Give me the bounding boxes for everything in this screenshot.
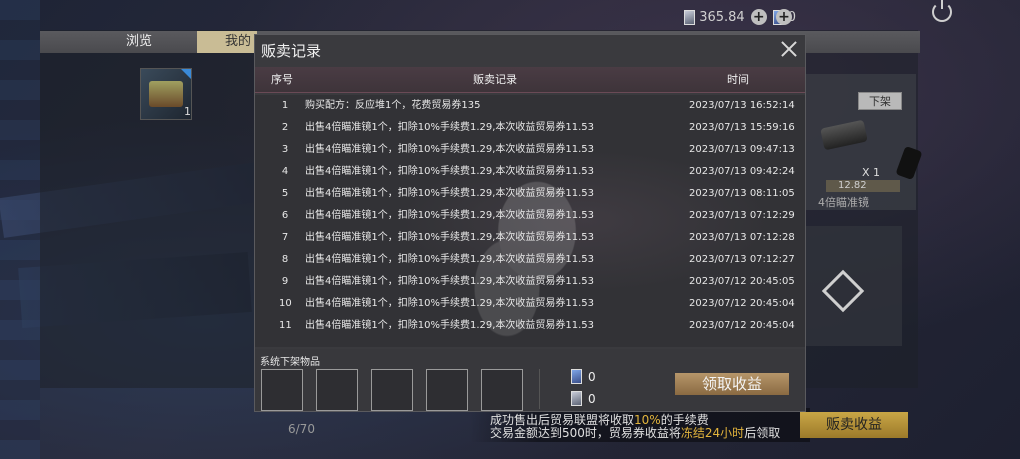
- table-row: 5 出售4倍瞄准镜1个，扣除10%手续费1.29,本次收益贸易券11.53 2023…: [255, 183, 805, 205]
- header-record: 贩卖记录: [473, 73, 517, 86]
- system-unlisted-label: 系统下架物品: [260, 357, 320, 368]
- table-row: 8 出售4倍瞄准镜1个，扣除10%手续费1.29,本次收益贸易券11.53 2023…: [255, 249, 805, 271]
- reward-silver-value: 0: [588, 391, 596, 406]
- divider: [539, 369, 540, 409]
- row-time: 2023/07/12 20:45:05: [689, 276, 795, 287]
- row-index: 1: [281, 100, 289, 111]
- tab-browse[interactable]: 浏览: [126, 31, 152, 53]
- fee-note: 成功售出后贸易联盟将收取10%的手续费 交易金额达到500时，贸易券收益将冻结2…: [490, 414, 780, 440]
- row-record: 出售4倍瞄准镜1个，扣除10%手续费1.29,本次收益贸易券11.53: [305, 188, 595, 199]
- table-row: 6 出售4倍瞄准镜1个，扣除10%手续费1.29,本次收益贸易券11.53 2023…: [255, 205, 805, 227]
- sales-record-dialog: 贩卖记录 序号 贩卖记录 时间 1 购买配方：反应堆1个，花费贸易券135 2023…: [254, 34, 806, 412]
- row-time: 2023/07/13 09:47:13: [689, 144, 795, 155]
- table-row: 4 出售4倍瞄准镜1个，扣除10%手续费1.29,本次收益贸易券11.53 2023…: [255, 161, 805, 183]
- reward-silver-coupon: 0: [571, 391, 596, 406]
- add-silver-coupon-button[interactable]: +: [750, 9, 767, 25]
- silver-coupon-icon: [571, 391, 582, 406]
- item-quantity: X 1: [862, 166, 881, 179]
- item-price: 12.82: [826, 180, 900, 192]
- row-time: 2023/07/13 16:52:14: [689, 100, 795, 111]
- row-time: 2023/07/13 07:12:29: [689, 210, 795, 221]
- row-index: 2: [281, 122, 289, 133]
- table-row: 2 出售4倍瞄准镜1个，扣除10%手续费1.29,本次收益贸易券11.53 2023…: [255, 117, 805, 139]
- unlisted-item-slot[interactable]: [261, 369, 303, 411]
- row-index: 11: [279, 320, 292, 331]
- row-index: 3: [281, 144, 289, 155]
- header-time: 时间: [727, 73, 749, 86]
- table-row: 11 出售4倍瞄准镜1个，扣除10%手续费1.29,本次收益贸易券11.53 202…: [255, 315, 805, 337]
- tab-mine[interactable]: 我的: [197, 31, 257, 53]
- table-row: 1 购买配方：反应堆1个，花费贸易券135 2023/07/13 16:52:14: [255, 95, 805, 117]
- unlisted-item-slot[interactable]: [426, 369, 468, 411]
- row-record: 出售4倍瞄准镜1个，扣除10%手续费1.29,本次收益贸易券11.53: [305, 144, 595, 155]
- record-list[interactable]: 1 购买配方：反应堆1个，花费贸易券135 2023/07/13 16:52:14 2…: [255, 95, 805, 347]
- reward-blue-coupon: 0: [571, 369, 596, 384]
- row-time: 2023/07/12 20:45:04: [689, 298, 795, 309]
- row-index: 6: [281, 210, 289, 221]
- row-time: 2023/07/13 15:59:16: [689, 122, 795, 133]
- table-row: 9 出售4倍瞄准镜1个，扣除10%手续费1.29,本次收益贸易券11.53 2023…: [255, 271, 805, 293]
- item-name: 4倍瞄准镜: [818, 196, 869, 209]
- row-record: 出售4倍瞄准镜1个，扣除10%手续费1.29,本次收益贸易券11.53: [305, 298, 595, 309]
- silver-coupon-value: 365.84: [699, 9, 745, 25]
- reactor-item-icon: [149, 81, 183, 107]
- row-index: 9: [281, 276, 289, 287]
- unlisted-item-slot[interactable]: [316, 369, 358, 411]
- row-index: 5: [281, 188, 289, 199]
- row-record: 出售4倍瞄准镜1个，扣除10%手续费1.29,本次收益贸易券11.53: [305, 210, 595, 221]
- row-record: 出售4倍瞄准镜1个，扣除10%手续费1.29,本次收益贸易券11.53: [305, 320, 595, 331]
- silver-coupon-icon: [684, 9, 696, 25]
- sell-income-button[interactable]: 贩卖收益: [800, 412, 908, 438]
- row-index: 7: [281, 232, 289, 243]
- row-time: 2023/07/13 07:12:27: [689, 254, 795, 265]
- row-index: 10: [279, 298, 292, 309]
- row-record: 出售4倍瞄准镜1个，扣除10%手续费1.29,本次收益贸易券11.53: [305, 122, 595, 133]
- row-time: 2023/07/13 07:12:28: [689, 232, 795, 243]
- rarity-corner: [181, 69, 191, 79]
- blue-coupon-icon: [571, 369, 582, 384]
- power-icon[interactable]: [932, 0, 952, 22]
- add-blue-coupon-button[interactable]: +: [776, 9, 792, 25]
- row-record: 出售4倍瞄准镜1个，扣除10%手续费1.29,本次收益贸易券11.53: [305, 232, 595, 243]
- item-count: 1: [184, 105, 191, 118]
- row-time: 2023/07/13 08:11:05: [689, 188, 795, 199]
- reward-blue-value: 0: [588, 369, 596, 384]
- table-row: 7 出售4倍瞄准镜1个，扣除10%手续费1.29,本次收益贸易券11.53 2023…: [255, 227, 805, 249]
- header-index: 序号: [271, 73, 293, 86]
- row-time: 2023/07/13 09:42:24: [689, 166, 795, 177]
- row-record: 购买配方：反应堆1个，花费贸易券135: [305, 100, 481, 111]
- row-index: 4: [281, 166, 289, 177]
- table-header: 序号 贩卖记录 时间: [255, 67, 805, 93]
- table-row: 3 出售4倍瞄准镜1个，扣除10%手续费1.29,本次收益贸易券11.53 2023…: [255, 139, 805, 161]
- claim-income-button[interactable]: 领取收益: [675, 373, 789, 395]
- row-record: 出售4倍瞄准镜1个，扣除10%手续费1.29,本次收益贸易券11.53: [305, 254, 595, 265]
- dialog-title: 贩卖记录: [261, 42, 322, 60]
- row-time: 2023/07/12 20:45:04: [689, 320, 795, 331]
- listing-page-count: 6/70: [288, 422, 315, 436]
- unlisted-item-slot[interactable]: [371, 369, 413, 411]
- row-record: 出售4倍瞄准镜1个，扣除10%手续费1.29,本次收益贸易券11.53: [305, 276, 595, 287]
- row-record: 出售4倍瞄准镜1个，扣除10%手续费1.29,本次收益贸易券11.53: [305, 166, 595, 177]
- silver-coupon-balance: 365.84: [684, 9, 745, 25]
- close-icon[interactable]: [779, 39, 799, 59]
- table-row: 10 出售4倍瞄准镜1个，扣除10%手续费1.29,本次收益贸易券11.53 202…: [255, 293, 805, 315]
- unlist-button[interactable]: 下架: [858, 92, 902, 110]
- unlisted-item-slot[interactable]: [481, 369, 523, 411]
- fee-note-line2: 交易金额达到500时，贸易券收益将冻结24小时后领取: [490, 426, 781, 440]
- row-index: 8: [281, 254, 289, 265]
